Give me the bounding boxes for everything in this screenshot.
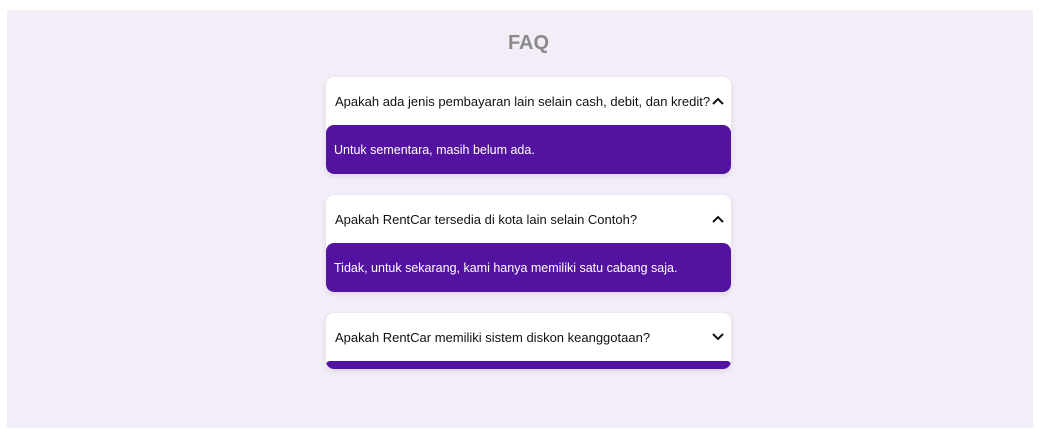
faq-list: Apakah ada jenis pembayaran lain selain … [326,77,731,390]
faq-question-text: Apakah RentCar tersedia di kota lain sel… [335,211,638,227]
faq-answer: Untuk sementara, masih belum ada. [326,125,731,174]
faq-answer-text: Untuk sementara, masih belum ada. [334,142,535,157]
faq-answer: Tidak, untuk sekarang, kami hanya memili… [326,243,731,292]
chevron-up-icon[interactable] [711,212,725,226]
faq-question-text: Apakah RentCar memiliki sistem diskon ke… [335,329,651,345]
faq-question-toggle[interactable]: Apakah RentCar memiliki sistem diskon ke… [326,313,731,361]
page-title: FAQ [507,32,550,54]
faq-question-toggle[interactable]: Apakah ada jenis pembayaran lain selain … [326,77,731,125]
chevron-down-icon[interactable] [711,330,725,344]
faq-page: FAQ Apakah ada jenis pembayaran lain sel… [7,10,1033,428]
faq-item: Apakah ada jenis pembayaran lain selain … [326,77,731,174]
faq-question-text: Apakah ada jenis pembayaran lain selain … [335,93,711,109]
faq-answer-text: Tidak, untuk sekarang, kami hanya memili… [334,260,678,275]
faq-answer-collapsed [326,361,731,369]
faq-item: Apakah RentCar tersedia di kota lain sel… [326,195,731,292]
faq-item: Apakah RentCar memiliki sistem diskon ke… [326,313,731,369]
chevron-up-icon[interactable] [711,94,725,108]
faq-question-toggle[interactable]: Apakah RentCar tersedia di kota lain sel… [326,195,731,243]
